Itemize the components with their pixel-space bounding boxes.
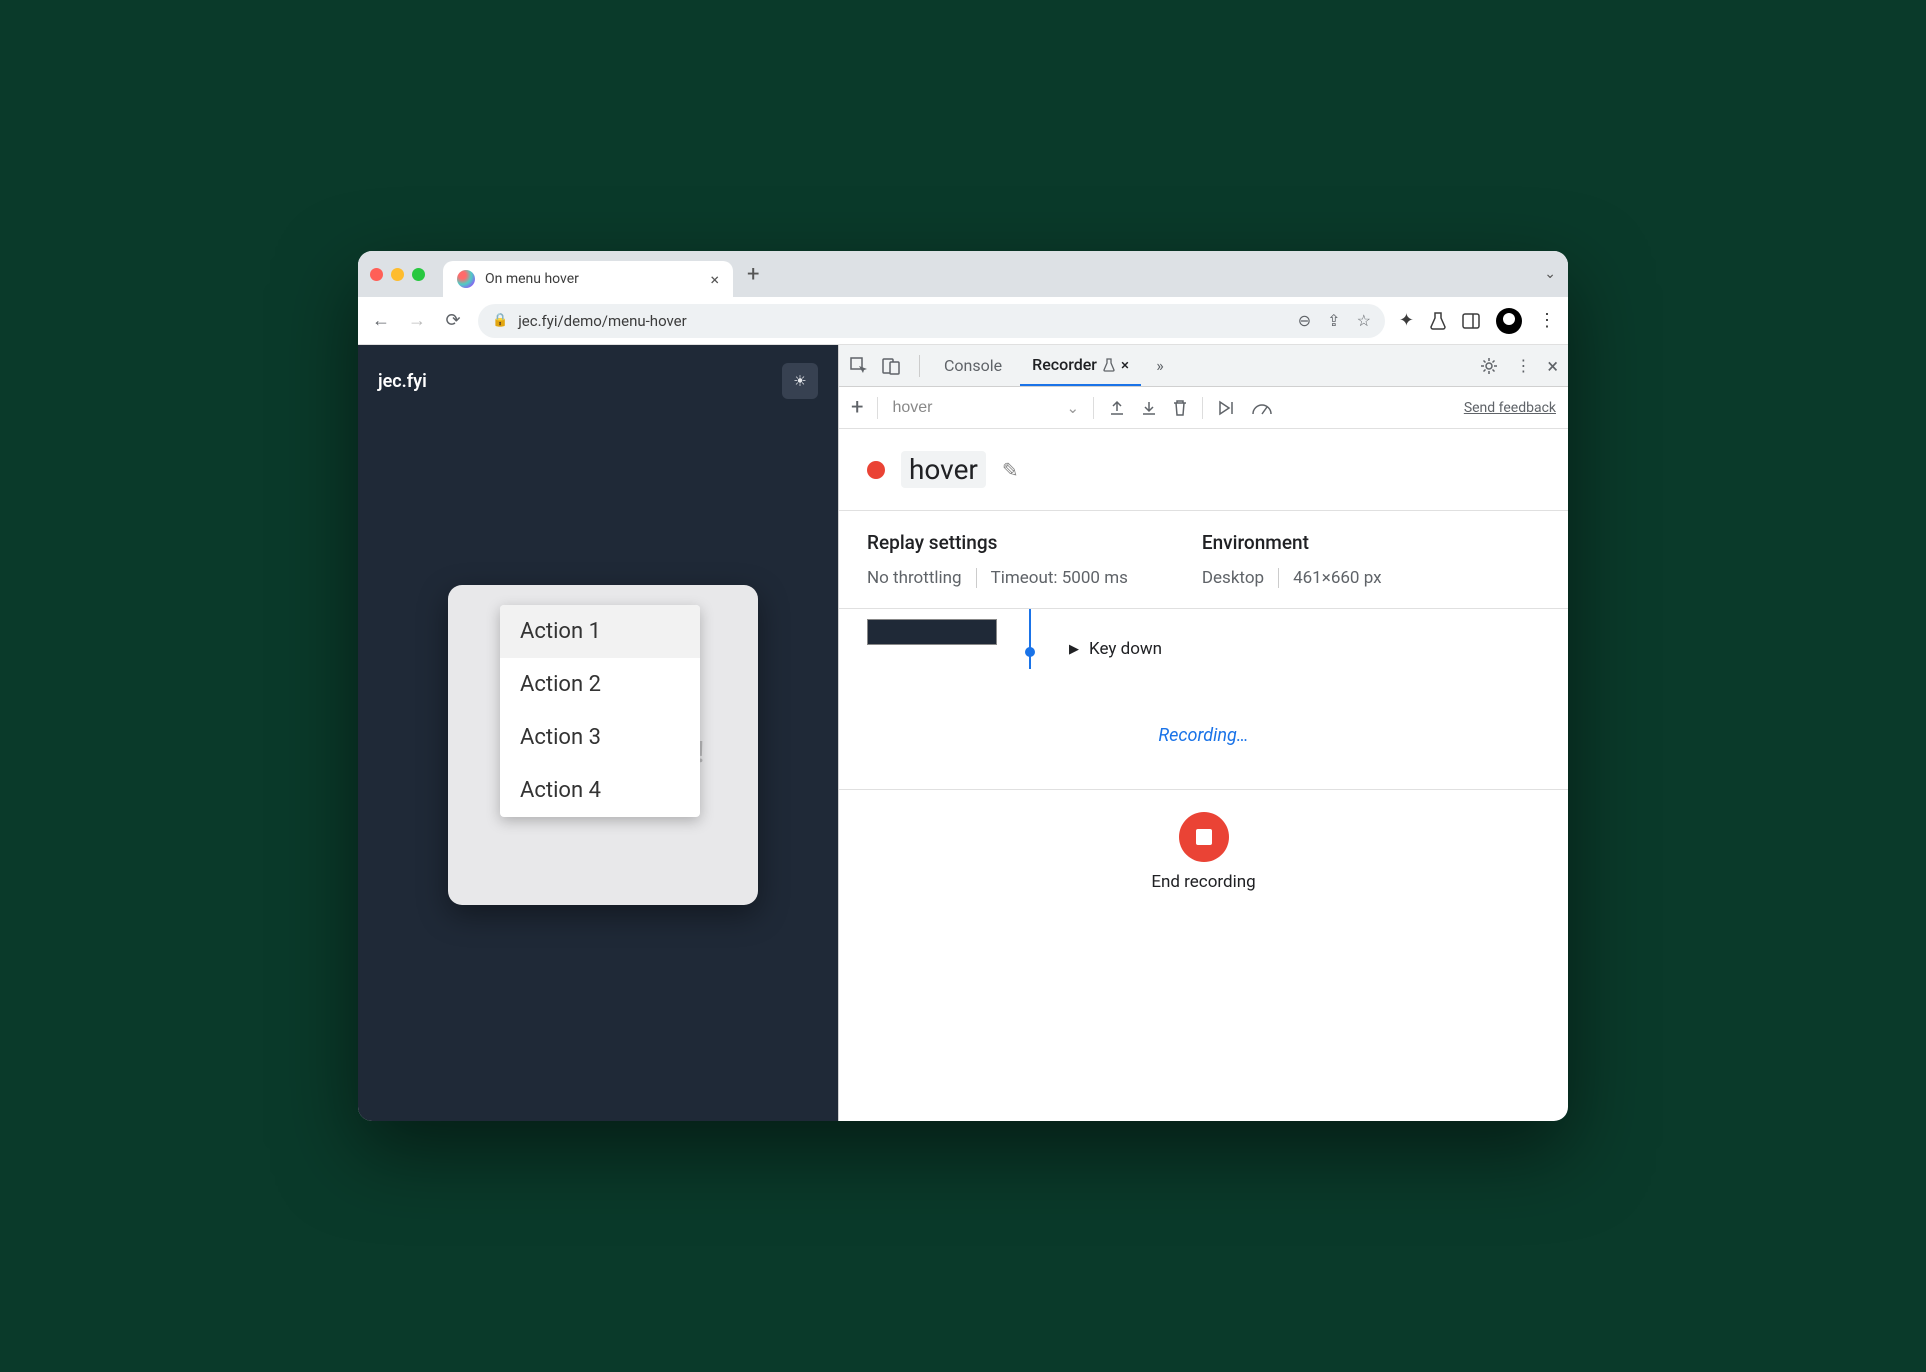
extensions-icon[interactable]: ✦ xyxy=(1399,310,1414,331)
content-area: jec.fyi ☀ Hover over me! Action 1 Action… xyxy=(358,345,1568,1121)
close-devtools-icon[interactable]: × xyxy=(1547,354,1558,378)
environment-heading: Environment xyxy=(1202,531,1396,554)
url-text: jec.fyi/demo/menu-hover xyxy=(518,312,687,330)
recording-selector[interactable] xyxy=(892,399,1052,417)
tab-list-chevron-icon[interactable]: ⌄ xyxy=(1544,266,1556,282)
timeline-node xyxy=(1025,647,1035,657)
devtools-tabbar: Console Recorder × » ⋮ × xyxy=(839,345,1568,387)
replay-settings-heading: Replay settings xyxy=(867,531,1142,554)
toolbar-actions: ✦ ⋮ xyxy=(1399,308,1556,334)
omnibox[interactable]: 🔒 jec.fyi/demo/menu-hover ⊖ ⇪ ☆ xyxy=(478,304,1385,338)
theme-toggle-button[interactable]: ☀ xyxy=(782,363,818,399)
throttling-value[interactable]: No throttling xyxy=(867,568,977,588)
expand-triangle-icon: ▶ xyxy=(1069,642,1079,657)
forward-button[interactable]: → xyxy=(406,310,428,331)
profile-avatar[interactable] xyxy=(1496,308,1522,334)
zoom-out-icon[interactable]: ⊖ xyxy=(1298,311,1311,330)
recording-header: hover ✎ xyxy=(839,429,1568,510)
recorder-toolbar: + ⌄ xyxy=(839,387,1568,429)
recording-timeline: ▶ Key down Recording… xyxy=(839,609,1568,789)
tab-recorder-label: Recorder xyxy=(1032,355,1097,374)
edit-name-icon[interactable]: ✎ xyxy=(1002,458,1019,482)
close-tab-button[interactable]: × xyxy=(710,270,719,289)
dropdown-chevron-icon[interactable]: ⌄ xyxy=(1066,399,1079,417)
export-icon[interactable] xyxy=(1108,399,1126,417)
favicon xyxy=(457,270,475,288)
share-icon[interactable]: ⇪ xyxy=(1327,311,1340,330)
site-title: jec.fyi xyxy=(378,371,427,392)
tab-title: On menu hover xyxy=(485,271,579,287)
screenshot-thumbnail[interactable] xyxy=(867,619,997,645)
recording-settings: Replay settings No throttling Timeout: 5… xyxy=(839,510,1568,609)
context-menu: Action 1 Action 2 Action 3 Action 4 xyxy=(500,605,700,817)
devtools-panel: Console Recorder × » ⋮ × + xyxy=(838,345,1568,1121)
performance-icon[interactable] xyxy=(1251,400,1273,416)
menu-item[interactable]: Action 4 xyxy=(500,764,700,817)
step-key-down[interactable]: ▶ Key down xyxy=(1069,639,1162,659)
window-controls xyxy=(370,268,425,281)
device-value[interactable]: Desktop xyxy=(1202,568,1279,588)
import-icon[interactable] xyxy=(1140,399,1158,417)
send-feedback-link[interactable]: Send feedback xyxy=(1464,400,1556,416)
close-window-button[interactable] xyxy=(370,268,383,281)
tab-console[interactable]: Console xyxy=(932,345,1014,386)
browser-tab[interactable]: On menu hover × xyxy=(443,261,733,297)
browser-menu-icon[interactable]: ⋮ xyxy=(1538,310,1556,331)
menu-item[interactable]: Action 3 xyxy=(500,711,700,764)
devtools-settings-icon[interactable] xyxy=(1479,356,1499,376)
back-button[interactable]: ← xyxy=(370,310,392,331)
replay-settings: Replay settings No throttling Timeout: 5… xyxy=(867,531,1142,588)
web-page: jec.fyi ☀ Hover over me! Action 1 Action… xyxy=(358,345,838,1121)
devtools-menu-icon[interactable]: ⋮ xyxy=(1515,356,1531,375)
lock-icon: 🔒 xyxy=(492,313,508,328)
reload-button[interactable]: ⟳ xyxy=(442,310,464,331)
recording-name[interactable]: hover xyxy=(901,451,986,488)
address-bar: ← → ⟳ 🔒 jec.fyi/demo/menu-hover ⊖ ⇪ ☆ ✦ … xyxy=(358,297,1568,345)
flask-icon xyxy=(1103,358,1115,372)
more-tabs-icon[interactable]: » xyxy=(1147,356,1173,375)
inspect-element-icon[interactable] xyxy=(849,356,875,376)
timeout-value[interactable]: Timeout: 5000 ms xyxy=(991,568,1142,588)
environment-settings: Environment Desktop 461×660 px xyxy=(1202,531,1396,588)
new-recording-button[interactable]: + xyxy=(851,395,863,420)
delete-icon[interactable] xyxy=(1172,399,1188,417)
close-tab-icon[interactable]: × xyxy=(1121,356,1129,374)
maximize-window-button[interactable] xyxy=(412,268,425,281)
timeline-line xyxy=(1029,609,1031,669)
browser-window: On menu hover × + ⌄ ← → ⟳ 🔒 jec.fyi/demo… xyxy=(358,251,1568,1121)
replay-icon[interactable] xyxy=(1217,399,1237,417)
bookmark-star-icon[interactable]: ☆ xyxy=(1357,311,1371,330)
recording-status: Recording… xyxy=(867,725,1540,746)
side-panel-icon[interactable] xyxy=(1462,313,1480,329)
tab-recorder[interactable]: Recorder × xyxy=(1020,345,1141,386)
end-recording-section: End recording xyxy=(839,789,1568,910)
step-label: Key down xyxy=(1089,639,1162,659)
minimize-window-button[interactable] xyxy=(391,268,404,281)
end-recording-button[interactable] xyxy=(1179,812,1229,862)
labs-icon[interactable] xyxy=(1430,312,1446,330)
end-recording-label: End recording xyxy=(1151,872,1255,892)
tab-bar: On menu hover × + ⌄ xyxy=(358,251,1568,297)
menu-item[interactable]: Action 1 xyxy=(500,605,700,658)
new-tab-button[interactable]: + xyxy=(747,262,759,287)
demo-card: Hover over me! Action 1 Action 2 Action … xyxy=(448,585,758,905)
device-toolbar-icon[interactable] xyxy=(881,356,907,376)
menu-item[interactable]: Action 2 xyxy=(500,658,700,711)
dimensions-value[interactable]: 461×660 px xyxy=(1293,568,1395,588)
recording-indicator-icon xyxy=(867,461,885,479)
